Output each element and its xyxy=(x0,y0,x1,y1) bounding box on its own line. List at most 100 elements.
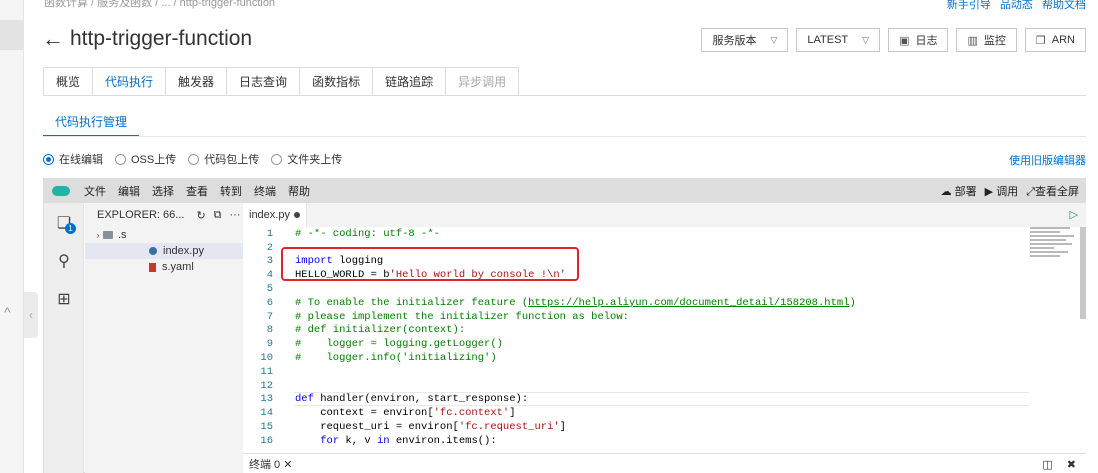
arn-button[interactable]: ❐ ARN xyxy=(1024,28,1086,52)
terminal-tab-label: 终端 0 xyxy=(249,459,281,471)
ide-activity-bar: ❏ 1 ⚲ ⊞ xyxy=(44,203,84,473)
chevron-up-icon[interactable]: ^ xyxy=(4,304,11,320)
service-version-label: 服务版本 xyxy=(712,35,757,47)
extensions-icon[interactable]: ⊞ xyxy=(54,289,74,309)
line-number: 5 xyxy=(266,283,273,296)
news-link[interactable]: 品动态 xyxy=(1000,0,1033,11)
files-icon[interactable]: ❏ 1 xyxy=(54,213,76,234)
log-button[interactable]: ▣ 日志 xyxy=(888,28,949,52)
code-line[interactable]: 16 for k, v in environ.items(): xyxy=(243,434,1086,448)
code-line[interactable]: 7 # please implement the initializer func… xyxy=(243,310,1086,324)
version-alias-select[interactable]: LATEST ▽ xyxy=(796,28,881,52)
monitor-button[interactable]: ▥ 监控 xyxy=(956,28,1017,52)
code-line[interactable]: 14 context = environ['fc.context'] xyxy=(243,406,1086,420)
code-line[interactable]: 6 # To enable the initializer feature (ht… xyxy=(243,296,1086,310)
tree-item-s-yaml[interactable]: s.yaml xyxy=(85,259,243,275)
line-number: 2 xyxy=(266,241,273,254)
close-icon[interactable]: ✕ xyxy=(283,459,292,471)
terminal-tab[interactable]: 终端 0 ✕ xyxy=(249,456,292,472)
code-line[interactable]: 12 xyxy=(243,379,1086,393)
radio-oss-upload[interactable]: OSS上传 xyxy=(115,151,176,167)
radio-label: 在线编辑 xyxy=(59,154,103,166)
menu-goto[interactable]: 转到 xyxy=(220,183,242,199)
cloud-upload-icon: ☁ xyxy=(940,186,952,198)
old-editor-link[interactable]: 使用旧版编辑器 xyxy=(1009,152,1086,168)
tree-item-index-py[interactable]: index.py xyxy=(85,243,243,259)
service-version-select[interactable]: 服务版本 ▽ xyxy=(701,28,789,52)
invoke-button[interactable]: ▶ 调用 xyxy=(985,183,1019,199)
line-number: 8 xyxy=(266,324,273,337)
line-number: 14 xyxy=(260,407,273,420)
code-text: # logger.info('initializing') xyxy=(295,352,497,365)
radio-dot xyxy=(115,153,126,165)
code-line[interactable]: 1 # -*- coding: utf-8 -*- xyxy=(243,227,1086,241)
tree-item-folder-s[interactable]: › .s xyxy=(85,227,243,243)
radio-dot xyxy=(188,153,200,165)
copy-icon: ❐ xyxy=(1035,34,1046,47)
code-text: # logger = logging.getLogger() xyxy=(295,338,503,351)
tab-tracing[interactable]: 链路追踪 xyxy=(373,67,447,96)
code-text: # -*- coding: utf-8 -*- xyxy=(295,227,440,240)
minimap[interactable] xyxy=(1030,227,1078,275)
guide-link[interactable]: 新手引导 xyxy=(947,0,991,11)
tab-metrics[interactable]: 函数指标 xyxy=(300,67,374,96)
breadcrumb: 函数计算 / 服务及函数 / ... / http-trigger-functi… xyxy=(44,0,276,9)
terminal-panel-bar: 终端 0 ✕ ◫ ✖ xyxy=(243,453,1086,473)
console-sidebar: ^ xyxy=(0,0,24,473)
search-icon[interactable]: ⚲ xyxy=(54,251,74,271)
code-line[interactable]: 8 # def initializer(context): xyxy=(243,324,1086,338)
editor-scrollbar[interactable] xyxy=(1080,227,1086,319)
more-icon[interactable]: ··· xyxy=(230,209,241,222)
radio-zip-upload[interactable]: 代码包上传 xyxy=(188,151,259,167)
chevron-down-icon: ▽ xyxy=(862,34,870,45)
bar-chart-icon: ▥ xyxy=(967,34,978,47)
menu-select[interactable]: 选择 xyxy=(152,183,174,199)
code-line[interactable]: 9 # logger = logging.getLogger() xyxy=(243,337,1086,351)
radio-folder-upload[interactable]: 文件夹上传 xyxy=(271,151,342,167)
subtab-code-management[interactable]: 代码执行管理 xyxy=(43,113,140,137)
tab-triggers[interactable]: 触发器 xyxy=(166,67,228,96)
collapse-all-icon[interactable]: ⧉ xyxy=(214,209,222,222)
line-number: 3 xyxy=(266,255,273,268)
deploy-button[interactable]: ☁ 部署 xyxy=(941,183,977,199)
tab-logs[interactable]: 日志查询 xyxy=(227,67,301,96)
current-line-highlight xyxy=(294,392,1029,406)
menu-file[interactable]: 文件 xyxy=(84,183,106,199)
menu-view[interactable]: 查看 xyxy=(186,183,208,199)
tab-code[interactable]: 代码执行 xyxy=(93,67,167,96)
help-doc-link[interactable]: 帮助文档 xyxy=(1042,0,1086,11)
files-badge: 1 xyxy=(65,223,76,234)
menu-edit[interactable]: 编辑 xyxy=(118,183,140,199)
tree-item-label: index.py xyxy=(163,245,204,257)
code-line[interactable]: 11 xyxy=(243,365,1086,379)
line-number: 16 xyxy=(260,434,273,447)
sidebar-collapse-handle[interactable]: ‹ xyxy=(24,292,38,338)
run-icon[interactable]: ▷ xyxy=(1070,208,1078,221)
subtab-divider xyxy=(43,136,1086,137)
ide-menubar: 文件 编辑 选择 查看 转到 终端 帮助 ☁ 部署 ▶ 调用 ⤢查看全屏 xyxy=(44,179,1085,203)
split-panel-icon[interactable]: ◫ xyxy=(1042,458,1052,471)
editor-tab-label: index.py xyxy=(249,209,290,221)
code-line[interactable]: 5 xyxy=(243,282,1086,296)
web-ide: 文件 编辑 选择 查看 转到 终端 帮助 ☁ 部署 ▶ 调用 ⤢查看全屏 ❏ 1 … xyxy=(43,178,1086,473)
line-number: 4 xyxy=(266,269,273,282)
code-text: # def initializer(context): xyxy=(295,324,466,337)
refresh-icon[interactable]: ↻ xyxy=(196,209,205,222)
menu-help[interactable]: 帮助 xyxy=(288,183,310,199)
line-number: 12 xyxy=(260,379,273,392)
editor-tab-index-py[interactable]: index.py xyxy=(243,203,307,227)
code-line[interactable]: 15 request_uri = environ['fc.request_uri… xyxy=(243,420,1086,434)
radio-online-edit[interactable]: 在线编辑 xyxy=(43,151,103,167)
back-arrow-icon[interactable]: ← xyxy=(42,26,64,52)
code-text: for k, v in environ.items(): xyxy=(320,434,497,447)
radio-dot xyxy=(271,153,283,165)
menu-terminal[interactable]: 终端 xyxy=(254,183,276,199)
fullscreen-button[interactable]: ⤢查看全屏 xyxy=(1026,183,1079,199)
tab-async[interactable]: 异步调用 xyxy=(446,67,520,96)
code-line[interactable]: 10 # logger.info('initializing') xyxy=(243,351,1086,365)
radio-dot xyxy=(43,153,54,165)
code-text: # please implement the initializer funct… xyxy=(295,310,629,323)
sidebar-selected-item[interactable] xyxy=(0,20,24,50)
close-panel-icon[interactable]: ✖ xyxy=(1067,458,1076,471)
tab-overview[interactable]: 概览 xyxy=(43,67,94,96)
